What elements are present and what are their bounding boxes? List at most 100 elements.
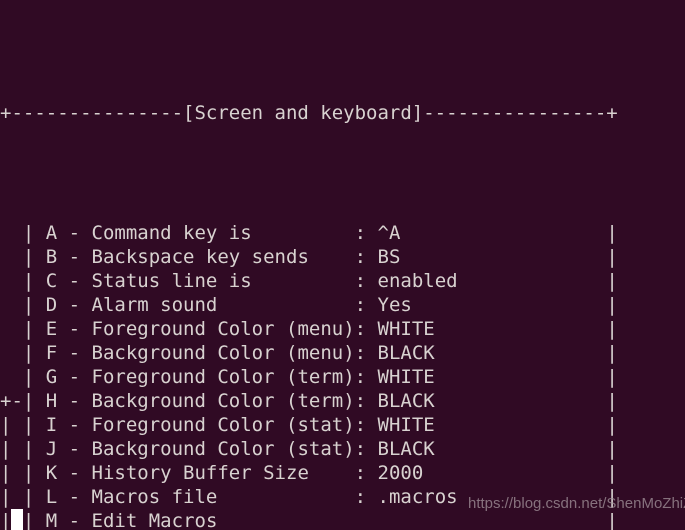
outer-frame-side: | <box>0 510 12 530</box>
setting-row[interactable]: | C - Status line is : enabled | <box>0 269 685 293</box>
setting-row[interactable]: | E - Foreground Color (menu): WHITE | <box>0 317 685 341</box>
outer-frame-gutter <box>0 318 23 340</box>
setting-value[interactable]: enabled <box>378 270 458 292</box>
terminal-screen[interactable]: +---------------[Screen and keyboard]---… <box>0 0 685 530</box>
setting-value[interactable]: 2000 <box>378 462 424 484</box>
row-padding <box>378 510 607 530</box>
setting-separator: : <box>354 246 378 268</box>
dialog-right-border: | <box>606 462 618 484</box>
dialog-right-border: | <box>606 342 618 364</box>
setting-label: H - Background Color (term) <box>45 390 355 412</box>
row-padding <box>435 366 607 388</box>
setting-separator: : <box>354 414 378 436</box>
setting-label: D - Alarm sound <box>45 294 355 316</box>
setting-separator: : <box>354 270 378 292</box>
setting-row[interactable]: | | J - Background Color (stat): BLACK | <box>0 437 685 461</box>
setting-label: F - Background Color (menu) <box>45 342 355 364</box>
setting-row[interactable]: | F - Background Color (menu): BLACK | <box>0 341 685 365</box>
dialog-right-border: | <box>606 438 618 460</box>
outer-frame-gutter <box>0 246 23 268</box>
setting-row[interactable]: | | M - Edit Macros | <box>0 509 685 530</box>
row-padding <box>458 270 607 292</box>
setting-separator: : <box>354 390 378 412</box>
dialog-left-border: | <box>22 366 46 388</box>
setting-row[interactable]: | | K - History Buffer Size : 2000 | <box>0 461 685 485</box>
setting-separator: : <box>354 462 378 484</box>
setting-value[interactable]: Yes <box>378 294 412 316</box>
setting-value[interactable]: WHITE <box>378 318 435 340</box>
setting-separator <box>355 510 378 530</box>
outer-frame-gutter: | <box>0 509 23 530</box>
setting-label: I - Foreground Color (stat) <box>45 414 355 436</box>
setting-row[interactable]: | | I - Foreground Color (stat): WHITE | <box>0 413 685 437</box>
setting-row[interactable]: | D - Alarm sound : Yes | <box>0 293 685 317</box>
outer-frame-gutter <box>0 366 23 388</box>
setting-label: J - Background Color (stat) <box>45 438 355 460</box>
setting-value[interactable]: BLACK <box>378 438 435 460</box>
outer-frame-gutter <box>0 270 23 292</box>
setting-value[interactable]: WHITE <box>378 366 435 388</box>
row-padding <box>435 318 607 340</box>
setting-row[interactable]: | A - Command key is : ^A | <box>0 221 685 245</box>
dialog-left-border: | <box>22 438 46 460</box>
dialog-left-border: | <box>22 246 46 268</box>
row-padding <box>435 438 607 460</box>
setting-separator: : <box>354 318 378 340</box>
minicom-configuration-dialog: +---------------[Screen and keyboard]---… <box>0 5 685 530</box>
dialog-right-border: | <box>606 246 618 268</box>
dialog-left-border: | <box>22 486 46 508</box>
dialog-left-border: | <box>22 414 46 436</box>
setting-row[interactable]: +-| H - Background Color (term): BLACK | <box>0 389 685 413</box>
setting-separator: : <box>354 486 378 508</box>
row-padding <box>412 294 606 316</box>
row-padding <box>458 486 607 508</box>
setting-label: A - Command key is <box>45 222 355 244</box>
dialog-right-border: | <box>606 510 618 530</box>
setting-label: M - Edit Macros <box>45 510 355 530</box>
dialog-left-border: | <box>22 390 46 412</box>
dialog-right-border: | <box>606 390 618 412</box>
setting-separator: : <box>354 222 378 244</box>
outer-frame-gutter: | <box>0 414 23 436</box>
row-padding <box>400 222 606 244</box>
row-padding <box>435 342 607 364</box>
row-padding <box>400 246 606 268</box>
row-padding <box>435 414 607 436</box>
setting-label: L - Macros file <box>45 486 355 508</box>
outer-frame-gutter <box>0 294 23 316</box>
dialog-left-border: | <box>22 462 46 484</box>
setting-separator: : <box>354 342 378 364</box>
setting-label: K - History Buffer Size <box>45 462 355 484</box>
setting-value[interactable]: BS <box>378 246 401 268</box>
dialog-top-border: +---------------[Screen and keyboard]---… <box>0 101 685 125</box>
outer-frame-gutter: | <box>0 462 23 484</box>
setting-value[interactable]: ^A <box>378 222 401 244</box>
setting-row[interactable]: | B - Backspace key sends : BS | <box>0 245 685 269</box>
dialog-top-border-text: +---------------[Screen and keyboard]---… <box>0 102 618 124</box>
setting-row[interactable]: | | L - Macros file : .macros | <box>0 485 685 509</box>
outer-frame-gutter <box>0 342 23 364</box>
row-padding <box>435 390 607 412</box>
setting-separator: : <box>354 438 378 460</box>
dialog-right-border: | <box>606 486 618 508</box>
selection-cursor <box>11 509 23 530</box>
settings-list: | A - Command key is : ^A | | B - Backsp… <box>0 221 685 530</box>
setting-value[interactable]: BLACK <box>378 390 435 412</box>
dialog-right-border: | <box>606 366 618 388</box>
dialog-right-border: | <box>606 270 618 292</box>
outer-frame-gutter: +- <box>0 390 23 412</box>
setting-value[interactable]: WHITE <box>378 414 435 436</box>
setting-label: C - Status line is <box>45 270 355 292</box>
dialog-left-border: | <box>22 510 46 530</box>
outer-frame-gutter: | <box>0 486 23 508</box>
dialog-left-border: | <box>22 342 46 364</box>
dialog-right-border: | <box>606 318 618 340</box>
setting-value[interactable]: BLACK <box>378 342 435 364</box>
setting-label: G - Foreground Color (term) <box>45 366 355 388</box>
dialog-left-border: | <box>22 294 46 316</box>
outer-frame-gutter <box>0 222 23 244</box>
setting-row[interactable]: | G - Foreground Color (term): WHITE | <box>0 365 685 389</box>
dialog-left-border: | <box>22 270 46 292</box>
setting-value[interactable]: .macros <box>378 486 458 508</box>
setting-separator: : <box>354 294 378 316</box>
